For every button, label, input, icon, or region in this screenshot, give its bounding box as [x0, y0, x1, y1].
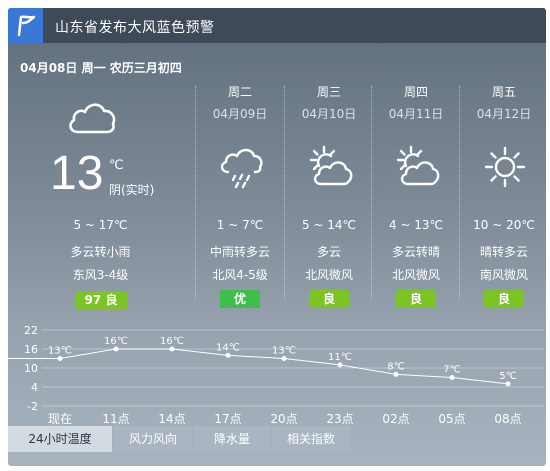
temperature-point — [113, 346, 119, 352]
temperature-point — [57, 356, 63, 361]
forecast-aqi-badge[interactable]: 优 — [220, 290, 260, 308]
temperature-point — [393, 371, 399, 377]
forecast-weather: 多云转晴 — [391, 245, 440, 259]
aqi-value: 97 — [84, 293, 102, 307]
forecast-aqi-badge[interactable]: 良 — [309, 290, 349, 308]
chart-canvas: 22 16 10 4 -2 13℃ 现在 16℃ 11点 16℃ 14点 14℃ 17点 13℃ 20点 11… — [8, 324, 544, 426]
y-tick-label: 22 — [24, 324, 38, 337]
temperature-point — [449, 375, 455, 380]
sun-cloud-icon — [307, 144, 353, 194]
temperature-data-label: 13℃ — [48, 346, 72, 357]
today-aqi-badge[interactable]: 97 良 — [75, 291, 127, 309]
temperature-data-label: 14℃ — [216, 342, 240, 353]
chart-tab-bar: 24小时温度 风力风向 降水量 相关指数 — [8, 426, 546, 452]
sun-cloud-icon — [394, 144, 440, 194]
forecast-date: 04月12日 — [476, 107, 532, 121]
temperature-unit: ℃ — [109, 158, 124, 173]
forecast-weather: 中雨转多云 — [209, 245, 270, 259]
cloud-icon — [66, 98, 118, 140]
tab-24h-temperature[interactable]: 24小时温度 — [8, 426, 112, 452]
forecast-wind: 北风微风 — [391, 268, 440, 282]
forecast-wind: 北风微风 — [304, 268, 353, 282]
forecast-date: 04月10日 — [301, 107, 357, 121]
temperature-point — [225, 352, 231, 358]
forecast-day-friday[interactable]: 周五 04月12日 10 ~ 20℃ 晴转多云 南风微风 良 — [460, 83, 546, 308]
forecast-temp-range: 4 ~ 13℃ — [388, 218, 444, 232]
flag-icon — [8, 8, 43, 43]
forecast-temp-range: 5 ~ 14℃ — [301, 218, 357, 232]
x-tick-label: 08点 — [494, 412, 521, 426]
weather-panel: 山东省发布大风蓝色预警 04月08日 周一 农历三月初四 13 ℃ 阴(实时) … — [8, 8, 546, 466]
tab-indices[interactable]: 相关指数 — [272, 426, 350, 452]
y-tick-label: 4 — [31, 381, 38, 394]
forecast-wind: 南风微风 — [479, 268, 528, 282]
y-tick-label: 16 — [24, 343, 38, 356]
today-temp-range: 5 ~ 17℃ — [73, 218, 128, 232]
forecast-day-tuesday[interactable]: 周二 04月09日 1 ~ 7℃ 中雨转多云 北风4-5级 优 — [196, 83, 284, 308]
temperature-point — [169, 346, 175, 352]
temperature-point — [281, 356, 287, 361]
temperature-point — [505, 381, 511, 387]
temperature-data-label: 7℃ — [443, 365, 461, 376]
x-tick-label: 14点 — [158, 412, 185, 426]
current-condition: 阴(实时) — [109, 183, 155, 197]
current-date: 04月08日 周一 农历三月初四 — [20, 61, 182, 75]
forecast-date: 04月09日 — [212, 107, 268, 121]
aqi-label: 良 — [105, 293, 118, 307]
forecast-weather: 多云 — [316, 245, 341, 259]
x-tick-label: 11点 — [102, 412, 129, 426]
y-tick-label: 10 — [24, 362, 38, 375]
x-tick-label: 05点 — [438, 412, 465, 426]
forecast-temp-range: 10 ~ 20℃ — [473, 218, 535, 232]
hourly-temperature-chart: 22 16 10 4 -2 13℃ 现在 16℃ 11点 16℃ 14点 14℃ 17点 13℃ 20点 11… — [8, 318, 546, 426]
temperature-data-label: 13℃ — [272, 346, 296, 357]
tab-precipitation[interactable]: 降水量 — [194, 426, 270, 452]
sun-icon — [482, 144, 528, 194]
forecast-date: 04月11日 — [388, 107, 444, 121]
forecast-aqi-badge[interactable]: 良 — [396, 290, 436, 308]
x-tick-label: 现在 — [48, 412, 72, 426]
forecast-aqi-badge[interactable]: 良 — [484, 290, 524, 308]
alert-title[interactable]: 山东省发布大风蓝色预警 — [55, 17, 215, 37]
x-tick-label: 20点 — [270, 412, 297, 426]
y-tick-label: -2 — [27, 400, 38, 413]
forecast-day-thursday[interactable]: 周四 04月11日 4 ~ 13℃ 多云转晴 北风微风 良 — [372, 83, 460, 308]
today-weather: 13 ℃ 阴(实时) 5 ~ 17℃ 多云转小雨 东风3-4级 97 良 — [8, 88, 193, 309]
forecast-temp-range: 1 ~ 7℃ — [216, 218, 264, 232]
weather-alert-bar[interactable]: 山东省发布大风蓝色预警 — [8, 8, 546, 43]
x-tick-label: 17点 — [214, 412, 241, 426]
today-weather-desc: 多云转小雨 — [70, 245, 131, 259]
temperature-line — [8, 348, 509, 385]
temperature-data-label: 11℃ — [328, 352, 352, 363]
forecast-weather: 晴转多云 — [479, 245, 528, 259]
forecast-weekday: 周二 — [227, 85, 252, 99]
tab-wind[interactable]: 风力风向 — [114, 426, 192, 452]
temperature-data-label: 8℃ — [387, 361, 405, 372]
current-temperature: 13 — [50, 147, 104, 200]
x-tick-label: 23点 — [326, 412, 353, 426]
temperature-data-label: 16℃ — [160, 336, 184, 347]
temperature-data-label: 16℃ — [104, 336, 128, 347]
temperature-point — [337, 362, 343, 368]
temperature-data-label: 5℃ — [499, 371, 517, 382]
forecast-weekday: 周三 — [316, 85, 341, 99]
x-tick-label: 02点 — [382, 412, 409, 426]
today-wind: 东风3-4级 — [72, 268, 129, 282]
forecast-wind: 北风4-5级 — [212, 268, 268, 282]
rain-cloud-icon — [218, 144, 264, 194]
forecast-weekday: 周五 — [491, 85, 516, 99]
forecast-day-wednesday[interactable]: 周三 04月10日 5 ~ 14℃ 多云 北风微风 良 — [285, 83, 373, 308]
forecast-weekday: 周四 — [403, 85, 428, 99]
